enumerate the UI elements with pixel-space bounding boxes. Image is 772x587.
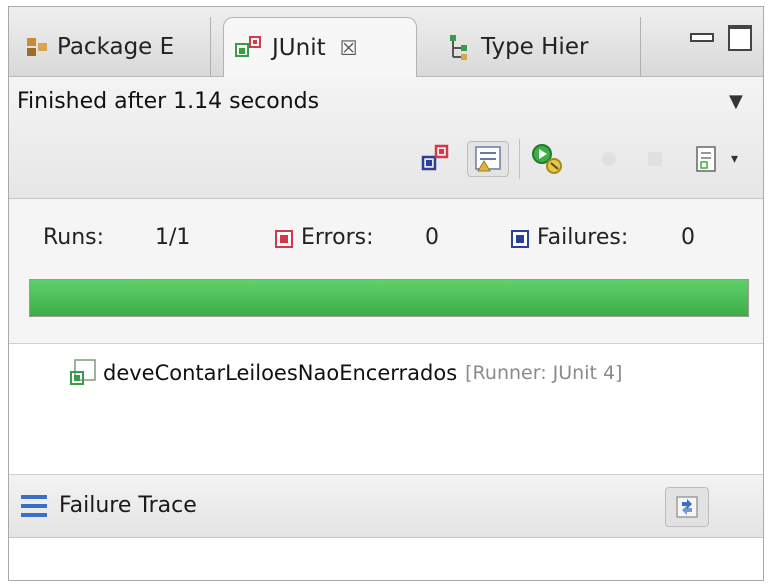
test-name: deveContarLeiloesNaoEncerrados — [103, 361, 458, 385]
failure-trace-icon — [21, 495, 47, 517]
stop-button[interactable] — [637, 141, 673, 177]
failures-label: Failures: — [537, 225, 629, 250]
toolbar-separator — [519, 139, 520, 179]
error-icon — [275, 230, 293, 248]
failure-trace-title: Failure Trace — [59, 493, 197, 518]
status-toolbar-area: Finished after 1.14 seconds ▼ ▾ — [9, 77, 763, 199]
junit-icon — [235, 36, 261, 57]
compare-results-button[interactable] — [665, 487, 709, 527]
test-counters-panel: Runs: 1/1 Errors: 0 Failures: 0 — [9, 199, 763, 344]
rerun-failed-icon — [602, 152, 616, 166]
tab-junit-label: JUnit — [272, 35, 326, 61]
runs-label: Runs: — [43, 225, 105, 250]
tab-junit[interactable]: JUnit ☒ — [223, 17, 417, 78]
tab-package-explorer[interactable]: Package E — [15, 17, 211, 77]
progress-bar — [29, 279, 749, 317]
view-menu-icon[interactable]: ▼ — [729, 91, 743, 112]
test-passed-icon — [70, 359, 96, 385]
errors-label: Errors: — [301, 225, 374, 250]
next-failure-icon — [421, 144, 449, 171]
tab-type-hierarchy-label: Type Hier — [481, 34, 589, 60]
errors-value: 0 — [425, 225, 439, 250]
previous-failure-icon — [475, 146, 501, 172]
close-icon[interactable]: ☒ — [340, 36, 358, 60]
tab-package-explorer-label: Package E — [57, 34, 175, 60]
stop-icon — [648, 152, 662, 166]
show-failures-only-button[interactable] — [467, 141, 509, 177]
finished-status-text: Finished after 1.14 seconds — [17, 89, 320, 114]
progress-bar-fill — [30, 280, 748, 316]
rerun-failed-first-button[interactable] — [591, 141, 627, 177]
rerun-button[interactable] — [529, 141, 565, 177]
view-tab-bar: Package E JUnit ☒ Type Hier — [9, 7, 763, 78]
failure-trace-content — [9, 538, 763, 580]
test-history-icon — [696, 146, 716, 172]
test-run-history-button[interactable] — [689, 141, 725, 177]
maximize-button[interactable] — [727, 25, 753, 51]
runs-value: 1/1 — [155, 225, 191, 250]
rerun-icon — [532, 144, 562, 174]
failure-trace-header: Failure Trace — [9, 474, 763, 538]
test-tree-item[interactable]: deveContarLeiloesNaoEncerrados [Runner: … — [69, 358, 622, 388]
minimize-button[interactable] — [689, 25, 715, 49]
junit-view: Package E JUnit ☒ Type Hier Finished aft… — [8, 6, 764, 581]
package-explorer-icon — [27, 38, 47, 56]
history-dropdown-icon[interactable]: ▾ — [731, 151, 738, 167]
test-runner-label: [Runner: JUnit 4] — [465, 362, 623, 384]
compare-results-icon — [676, 496, 698, 518]
type-hierarchy-icon — [450, 35, 467, 60]
failures-value: 0 — [681, 225, 695, 250]
failure-icon — [511, 230, 529, 248]
test-tree: deveContarLeiloesNaoEncerrados [Runner: … — [9, 344, 763, 474]
tab-type-hierarchy[interactable]: Type Hier — [437, 17, 641, 77]
next-failure-button[interactable] — [417, 141, 453, 177]
